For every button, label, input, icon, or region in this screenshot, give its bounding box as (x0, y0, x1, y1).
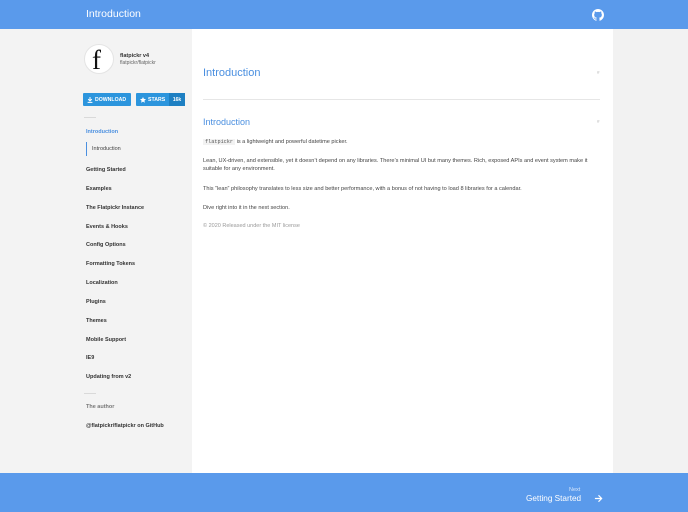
sidebar-item-getting-started[interactable]: Getting Started (86, 167, 126, 173)
sidebar-item-config-options[interactable]: Config Options (86, 242, 126, 248)
next-label: Next (569, 487, 581, 493)
sidebar-divider (84, 393, 96, 394)
sidebar-item-plugins[interactable]: Plugins (86, 299, 106, 305)
sidebar-item-ie9[interactable]: IE9 (86, 355, 94, 361)
brand-name: flatpickr v4 (120, 53, 150, 59)
intro-paragraph-3: This “lean” philosophy translates to les… (203, 186, 522, 192)
github-icon[interactable] (592, 9, 604, 21)
top-bar-title[interactable]: Introduction (86, 8, 141, 20)
title-divider (203, 99, 600, 100)
sidebar-item-formatting-tokens[interactable]: Formatting Tokens (86, 261, 135, 267)
intro-paragraph-4: Dive right into it in the next section. (203, 205, 290, 211)
sidebar-item-events-hooks[interactable]: Events & Hooks (86, 224, 128, 230)
sidebar-item-examples[interactable]: Examples (86, 186, 112, 192)
download-button[interactable]: DOWNLOAD (83, 93, 131, 106)
sidebar-item-updating-v2[interactable]: Updating from v2 (86, 374, 131, 380)
download-icon (87, 96, 93, 103)
top-bar: Introduction (0, 0, 688, 29)
sidebar-subitem-introduction[interactable]: Introduction (86, 142, 121, 156)
sidebar-item-introduction[interactable]: Introduction (86, 129, 118, 135)
intro-paragraph-1: flatpickr is a lightweight and powerful … (203, 139, 348, 145)
sidebar-author-label: The author (86, 404, 115, 410)
brand-repo: flatpickr/flatpickr (120, 60, 156, 66)
star-icon (140, 96, 146, 103)
flatpickr-code: flatpickr (203, 139, 236, 145)
sidebar-github-link[interactable]: @flatpickr/flatpickr on GitHub (86, 423, 164, 429)
sidebar-divider (84, 117, 96, 118)
sidebar-item-flatpickr-instance[interactable]: The Flatpickr Instance (86, 205, 144, 211)
sidebar-item-mobile-support[interactable]: Mobile Support (86, 337, 126, 343)
sidebar-item-localization[interactable]: Localization (86, 280, 118, 286)
copyright-note: © 2020 Released under the MIT license (203, 223, 300, 229)
next-page-link[interactable]: Getting Started (526, 494, 581, 503)
flatpickr-logo: f (84, 44, 114, 75)
stars-count: 16k (169, 93, 185, 106)
intro-paragraph-2: Lean, UX-driven, and extensible, yet it … (203, 158, 588, 172)
stars-button[interactable]: STARS 16k (136, 93, 185, 106)
sidebar-item-themes[interactable]: Themes (86, 318, 107, 324)
heading-anchor-link[interactable]: # (597, 119, 600, 124)
page-title: Introduction (203, 67, 261, 79)
pager-bar (0, 473, 688, 512)
title-anchor-link[interactable]: # (597, 70, 600, 75)
section-heading: Introduction (203, 117, 251, 127)
arrow-right-icon[interactable] (594, 494, 603, 503)
main-content (192, 29, 613, 473)
